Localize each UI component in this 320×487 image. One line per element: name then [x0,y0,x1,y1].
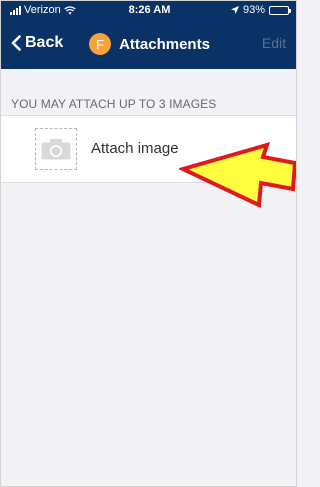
attach-image-label: Attach image [91,140,179,157]
app-frame: Verizon 8:26 AM 93% Back F Attachments E… [0,0,297,487]
edit-button[interactable]: Edit [262,35,286,51]
image-placeholder [35,128,77,170]
avatar: F [89,33,112,55]
camera-icon [41,139,71,160]
battery-icon [269,5,291,15]
battery-percent: 93% [242,4,265,16]
pointer-arrow-icon [179,142,296,209]
status-right-group: 93% [230,4,291,16]
page-title: Attachments [119,35,210,53]
title-group: F Attachments [1,33,296,55]
section-header: YOU MAY ATTACH UP TO 3 IMAGES [11,97,217,111]
location-icon [230,6,239,14]
top-bar: Verizon 8:26 AM 93% Back F Attachments E… [1,1,296,69]
navigation-bar: Back F Attachments Edit [1,25,296,65]
status-bar: Verizon 8:26 AM 93% [1,1,296,21]
